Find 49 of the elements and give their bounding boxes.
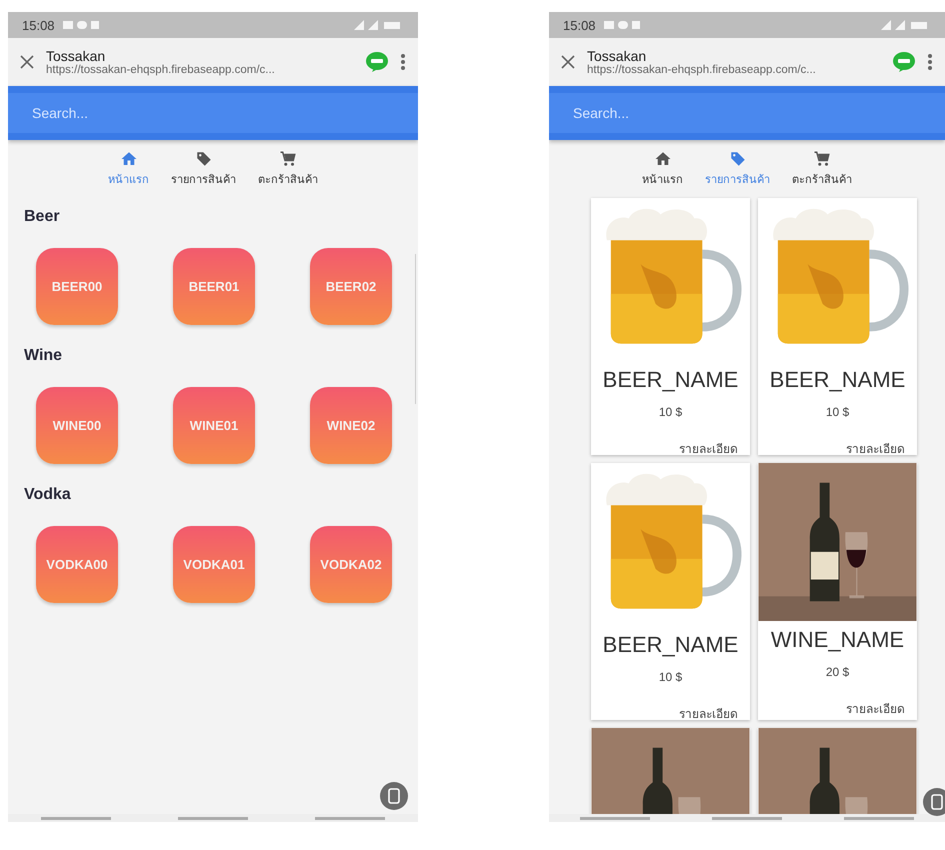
nav-tab[interactable]: หน้าแรก xyxy=(104,150,153,188)
product-card[interactable]: BEER_NAME 10 $ รายละเอียด xyxy=(758,198,917,455)
rotate-button[interactable] xyxy=(923,788,945,816)
product-card[interactable]: BEER_NAME 10 $ รายละเอียด xyxy=(591,463,750,720)
status-time: 15:08 xyxy=(22,18,55,32)
nav-tab[interactable]: หน้าแรก xyxy=(638,150,687,188)
product-card[interactable]: WINE_NAME 20 $ รายละเอียด xyxy=(758,463,917,720)
nav-tab[interactable]: ตะกร้าสินค้า xyxy=(254,150,322,188)
details-link[interactable]: รายละเอียด xyxy=(846,439,905,458)
status-time: 15:08 xyxy=(563,18,596,32)
product-price: 10 $ xyxy=(658,405,682,419)
product-price: 20 $ xyxy=(826,665,850,679)
rotate-button[interactable] xyxy=(380,782,408,810)
category-heading: Vodka xyxy=(24,486,72,504)
product-name: BEER_NAME xyxy=(770,367,906,393)
cart-icon xyxy=(279,150,297,168)
tag-icon xyxy=(728,150,746,168)
chat-bubble-icon[interactable] xyxy=(893,52,915,72)
menu-icon[interactable] xyxy=(927,53,933,71)
phone-icon xyxy=(931,794,943,810)
product-price: 10 $ xyxy=(826,405,850,419)
category-heading: Beer xyxy=(24,208,61,226)
nav-tab[interactable]: รายการสินค้า xyxy=(167,150,240,188)
page-title: Tossakan xyxy=(587,48,648,64)
product-price: 10 $ xyxy=(658,670,682,684)
menu-icon[interactable] xyxy=(400,53,406,71)
page-url: https://tossakan-ehqsph.firebaseapp.com/c... xyxy=(46,64,276,76)
product-name: BEER_NAME xyxy=(602,632,738,658)
page-title: Tossakan xyxy=(46,48,106,64)
close-icon[interactable] xyxy=(20,55,34,69)
category-heading: Wine xyxy=(24,347,64,365)
cart-icon xyxy=(813,150,831,168)
home-icon xyxy=(654,150,672,168)
details-link[interactable]: รายละเอียด xyxy=(679,439,738,458)
phone-icon xyxy=(388,788,400,804)
product-name: WINE_NAME xyxy=(770,627,904,653)
details-link[interactable]: รายละเอียด xyxy=(846,699,905,718)
product-name: BEER_NAME xyxy=(602,367,738,393)
nav-tab[interactable]: รายการสินค้า xyxy=(701,150,774,188)
product-card[interactable]: BEER_NAME 10 $ รายละเอียด xyxy=(591,198,750,455)
search-field[interactable]: Search... xyxy=(8,93,418,133)
home-icon xyxy=(120,150,138,168)
close-icon[interactable] xyxy=(561,55,575,69)
nav-tab[interactable]: ตะกร้าสินค้า xyxy=(788,150,856,188)
details-link[interactable]: รายละเอียด xyxy=(679,704,738,723)
search-field[interactable]: Search... xyxy=(549,93,945,133)
tag-icon xyxy=(194,150,212,168)
page-url: https://tossakan-ehqsph.firebaseapp.com/c... xyxy=(587,64,817,76)
chat-bubble-icon[interactable] xyxy=(366,52,388,72)
